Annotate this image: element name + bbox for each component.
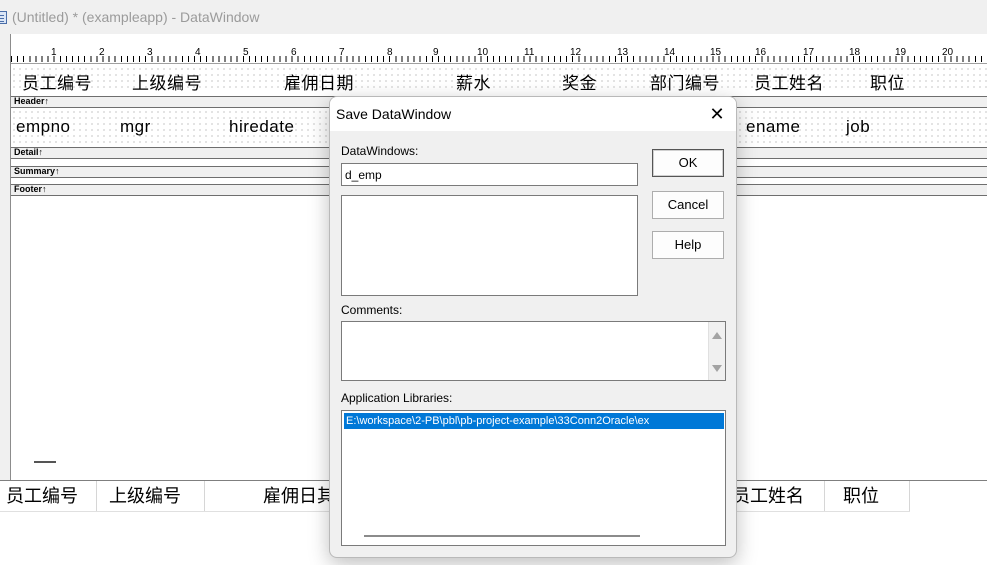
datawindow-name-field[interactable] (341, 163, 638, 186)
datawindows-list[interactable] (341, 195, 638, 296)
header-column-label[interactable]: 部门编号 (650, 69, 720, 94)
preview-column-header: 上级编号 (97, 481, 205, 511)
library-list-item[interactable]: E:\workspace\2-PB\pbl\pb-project-example… (344, 413, 724, 429)
detail-field[interactable]: mgr (120, 117, 151, 137)
datawindow-app-icon (0, 11, 7, 24)
detail-field[interactable]: hiredate (229, 117, 294, 137)
header-column-label[interactable]: 员工姓名 (754, 69, 824, 94)
help-button[interactable]: Help (652, 231, 724, 259)
header-column-label[interactable]: 雇佣日期 (284, 69, 354, 94)
dialog-title-bar: Save DataWindow ✕ (330, 97, 736, 131)
scroll-up-arrow-icon[interactable] (712, 332, 722, 339)
cancel-button[interactable]: Cancel (652, 191, 724, 219)
painter-scroll-indicator[interactable] (34, 461, 56, 463)
detail-band-label: Detail↑ (14, 147, 44, 157)
header-column-label[interactable]: 上级编号 (132, 69, 202, 94)
painter-left-margin (0, 34, 11, 480)
header-band-label: Header↑ (14, 96, 50, 106)
summary-band-label: Summary↑ (14, 166, 60, 176)
datawindows-label: DataWindows: (341, 144, 419, 158)
application-libraries-list[interactable]: E:\workspace\2-PB\pbl\pb-project-example… (341, 410, 726, 546)
comments-scrollbar[interactable] (708, 322, 725, 380)
dialog-title: Save DataWindow (336, 106, 452, 122)
close-icon[interactable]: ✕ (706, 103, 728, 125)
save-datawindow-dialog[interactable]: Save DataWindow ✕ DataWindows: OK Cancel… (329, 96, 737, 558)
application-libraries-label: Application Libraries: (341, 391, 453, 405)
scroll-down-arrow-icon[interactable] (712, 365, 722, 372)
detail-field[interactable]: ename (746, 117, 800, 137)
header-column-label[interactable]: 薪水 (456, 69, 491, 94)
footer-band-label: Footer↑ (14, 184, 47, 194)
comments-textarea[interactable] (341, 321, 726, 381)
preview-column-header: 职位 (825, 481, 910, 511)
detail-field[interactable]: job (846, 117, 870, 137)
libraries-horizontal-scrollbar[interactable] (364, 535, 640, 537)
horizontal-ruler: 1 2 3 4 5 6 7 8 9 10 11 12 13 14 15 16 1… (11, 39, 987, 64)
ok-button[interactable]: OK (652, 149, 724, 177)
header-column-label[interactable]: 奖金 (562, 69, 597, 94)
window-title: (Untitled) * (exampleapp) - DataWindow (12, 9, 260, 25)
ruler-ticks (11, 56, 987, 62)
comments-label: Comments: (341, 303, 403, 317)
window-title-bar: (Untitled) * (exampleapp) - DataWindow (0, 0, 987, 34)
header-column-label[interactable]: 员工编号 (22, 69, 92, 94)
header-column-label[interactable]: 职位 (870, 69, 905, 94)
detail-field[interactable]: empno (16, 117, 70, 137)
preview-column-header: 员工编号 (0, 481, 97, 511)
datawindow-name-input[interactable] (342, 164, 637, 185)
